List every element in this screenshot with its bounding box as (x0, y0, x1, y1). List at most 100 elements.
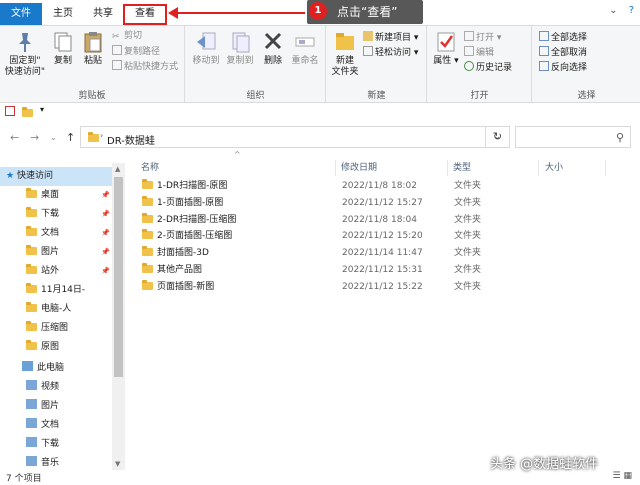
select-none-label: 全部取消 (551, 48, 588, 58)
file-date: 2022/11/14 11:47 (342, 248, 423, 259)
up-arrow-icon[interactable]: ↑ (66, 131, 75, 144)
nav-pc-item[interactable]: 文档 (0, 416, 112, 435)
nav-item[interactable]: 压缩图 (0, 319, 112, 338)
nav-this-pc[interactable]: 此电脑 (0, 359, 112, 378)
ribbon-collapse-icon[interactable]: ⌄ (609, 5, 617, 16)
file-type: 文件夹 (454, 214, 482, 225)
select-all-button[interactable]: 全部选择 (539, 31, 587, 45)
checkbox-icon[interactable] (5, 106, 15, 116)
nav-item[interactable]: 文档 📌 (0, 224, 112, 243)
tab-file[interactable]: 文件 (0, 3, 42, 25)
library-icon (26, 399, 37, 409)
pin-icon[interactable]: 📌 (101, 205, 110, 224)
file-name-cell: 1-页面插图-原图 (142, 195, 223, 212)
nav-pc-item[interactable]: 视频 (0, 378, 112, 397)
copy-button[interactable]: 复制 (50, 30, 76, 67)
column-separator[interactable] (447, 160, 448, 176)
pin-quick-access-button[interactable]: 固定到" 快速访问" (4, 30, 46, 78)
group-label-open: 打开 (470, 91, 489, 101)
back-arrow-icon[interactable]: ← (10, 131, 19, 144)
group-select: 全部选择 全部取消 反向选择 选择 (533, 26, 640, 103)
help-icon[interactable]: ? (629, 5, 634, 16)
tab-home[interactable]: 主页 (44, 5, 82, 25)
file-row[interactable]: 2-页面插图-压缩图 2022/11/12 15:20 文件夹 (138, 228, 608, 245)
folder-icon[interactable] (22, 107, 33, 117)
scroll-down-icon[interactable]: ▼ (115, 460, 120, 468)
pin-icon[interactable]: 📌 (101, 224, 110, 243)
tab-view[interactable]: 查看 (123, 4, 167, 25)
new-item-button[interactable]: 新建项目 ▾ (363, 31, 418, 45)
file-row[interactable]: 页面插图-新图 2022/11/12 15:22 文件夹 (138, 279, 608, 296)
file-row[interactable]: 封面插图-3D 2022/11/14 11:47 文件夹 (138, 245, 608, 262)
customize-toolbar-icon[interactable]: ▾ (40, 105, 44, 114)
nav-item[interactable]: 电脑-人 (0, 300, 112, 319)
folder-icon (142, 212, 153, 223)
edit-button[interactable]: 编辑 (464, 46, 494, 60)
file-name-cell: 1-DR扫描图-原图 (142, 178, 227, 195)
status-item-count: 7 个项目 (6, 474, 42, 484)
nav-item[interactable]: 桌面 📌 (0, 186, 112, 205)
nav-scrollbar[interactable]: ▲ ▼ (112, 163, 125, 470)
column-date[interactable]: 修改日期 (341, 158, 377, 178)
address-bar[interactable]: › DR-数据蛙 ⌄ (80, 126, 510, 148)
column-separator[interactable] (605, 160, 606, 176)
file-row[interactable]: 1-页面插图-原图 2022/11/12 15:27 文件夹 (138, 195, 608, 212)
refresh-button[interactable]: ↻ (485, 126, 510, 148)
nav-pc-item[interactable]: 下载 (0, 435, 112, 454)
recent-locations-icon[interactable]: ⌄ (50, 133, 57, 142)
easy-access-button[interactable]: 轻松访问 ▾ (363, 46, 418, 60)
search-icon: ⚲ (615, 131, 624, 144)
paste-button[interactable]: 粘贴 (80, 30, 106, 67)
scroll-thumb[interactable] (114, 177, 123, 377)
nav-item[interactable]: 下载 📌 (0, 205, 112, 224)
pin-label-1: 固定到" (9, 56, 41, 66)
paste-shortcut-button[interactable]: 粘贴快捷方式 (112, 60, 178, 74)
nav-item[interactable]: 图片 📌 (0, 243, 112, 262)
nav-pc-item[interactable]: 图片 (0, 397, 112, 416)
breadcrumb-path[interactable]: DR-数据蛙 (107, 132, 155, 147)
properties-button[interactable]: 属性 ▾ (431, 30, 461, 67)
tab-share[interactable]: 共享 (84, 5, 122, 25)
column-size[interactable]: 大小 (545, 158, 563, 178)
large-icons-view-icon[interactable]: ▦ (623, 471, 632, 481)
folder-icon (26, 264, 37, 274)
refresh-icon: ↻ (492, 130, 503, 143)
column-name[interactable]: 名称 (141, 158, 159, 178)
new-folder-button[interactable]: 新建 文件夹 (329, 30, 361, 78)
forward-arrow-icon[interactable]: → (30, 131, 39, 144)
select-none-button[interactable]: 全部取消 (539, 46, 587, 60)
pin-label-2: 快速访问" (4, 67, 46, 77)
column-separator[interactable] (335, 160, 336, 176)
history-icon (464, 61, 474, 71)
file-row[interactable]: 1-DR扫描图-原图 2022/11/8 18:02 文件夹 (138, 178, 608, 195)
nav-quick-access[interactable]: ★ 快速访问 (0, 167, 112, 186)
delete-button[interactable]: 删除 (260, 30, 286, 67)
nav-item[interactable]: 原图 (0, 338, 112, 357)
pin-icon[interactable]: 📌 (101, 243, 110, 262)
details-view-icon[interactable]: ☰ (613, 471, 621, 481)
copy-path-button[interactable]: 复制路径 (112, 45, 160, 59)
file-name: 页面插图-新图 (157, 281, 215, 292)
pin-icon[interactable]: 📌 (101, 262, 110, 281)
file-row[interactable]: 2-DR扫描图-压缩图 2022/11/8 18:04 文件夹 (138, 212, 608, 229)
scroll-up-icon[interactable]: ▲ (115, 165, 120, 173)
file-row[interactable]: 其他产品图 2022/11/12 15:31 文件夹 (138, 262, 608, 279)
copy-to-button[interactable]: 复制到 (224, 30, 256, 67)
folder-icon (26, 283, 37, 293)
history-button[interactable]: 历史记录 (464, 61, 512, 75)
nav-item[interactable]: 11月14日- (0, 281, 112, 300)
cut-button[interactable]: ✂ 剪切 (112, 30, 142, 43)
invert-selection-button[interactable]: 反向选择 (539, 61, 587, 75)
rename-button[interactable]: 重命名 (288, 30, 322, 67)
move-to-button[interactable]: 移动到 (190, 30, 222, 67)
open-button[interactable]: 打开 ▾ (464, 31, 501, 45)
group-label-new: 新建 (367, 91, 386, 101)
column-separator[interactable] (538, 160, 539, 176)
address-row: ← → ⌄ ↑ › DR-数据蛙 ⌄ ↻ ⚲ (0, 121, 640, 153)
delete-label: 删除 (263, 56, 282, 66)
pin-icon[interactable]: 📌 (101, 186, 110, 205)
move-to-icon (197, 32, 216, 50)
search-input[interactable]: ⚲ (515, 126, 631, 148)
nav-item[interactable]: 站外 📌 (0, 262, 112, 281)
column-type[interactable]: 类型 (453, 158, 471, 178)
